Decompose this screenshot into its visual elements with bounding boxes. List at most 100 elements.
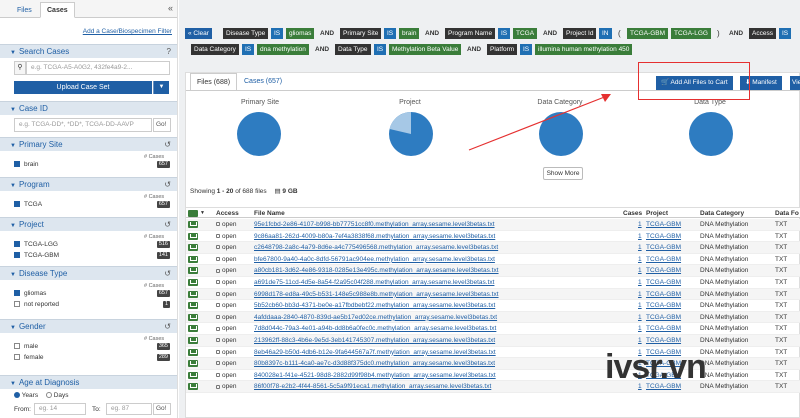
tab-cases[interactable]: Cases	[40, 2, 75, 18]
add-to-cart-icon[interactable]	[188, 348, 198, 356]
age-from-input[interactable]: eg. 14	[34, 403, 86, 415]
facet-header[interactable]: ▼ Disease Type ↺	[0, 266, 177, 281]
radio-days[interactable]	[45, 392, 52, 399]
query-field[interactable]: Project Id	[563, 28, 597, 39]
cases-link[interactable]: 1	[638, 312, 642, 323]
project-link[interactable]: TCGA-GBM	[646, 323, 681, 334]
checkbox[interactable]	[14, 241, 20, 248]
reset-icon[interactable]: ↺	[164, 178, 171, 192]
reset-icon[interactable]: ↺	[164, 267, 171, 281]
tab-cases-results[interactable]: Cases (657)	[238, 73, 288, 91]
project-link[interactable]: TCGA-GBM	[646, 312, 681, 323]
cart-dropdown-icon[interactable]: ▼	[200, 208, 205, 219]
col-data-format[interactable]: Data Fo	[775, 208, 799, 219]
help-icon[interactable]: ?	[167, 45, 171, 59]
pie-data-type[interactable]	[686, 109, 736, 159]
search-cases-header[interactable]: ▼ Search Cases ?	[0, 44, 177, 59]
reset-icon[interactable]: ↺	[164, 320, 171, 334]
cases-link[interactable]: 1	[638, 277, 642, 288]
file-name-link[interactable]: 95e1fcbd-2e86-4107-b998-bb77751cc8f0.met…	[254, 219, 495, 230]
query-value[interactable]: TCGA-LGG	[671, 28, 711, 39]
tab-files[interactable]: Files	[10, 2, 39, 18]
add-to-cart-icon[interactable]	[188, 232, 198, 240]
add-to-cart-icon[interactable]	[188, 360, 198, 368]
cases-link[interactable]: 1	[638, 335, 642, 346]
age-go-button[interactable]: Go!	[153, 403, 171, 415]
project-link[interactable]: TCGA-GBM	[646, 300, 681, 311]
query-field[interactable]: Disease Type	[223, 28, 269, 39]
upload-case-set-button[interactable]: Upload Case Set	[14, 81, 152, 94]
add-to-cart-icon[interactable]	[188, 383, 198, 391]
add-filter-link[interactable]: Add a Case/Biospecimen Filter	[83, 28, 172, 35]
add-to-cart-icon[interactable]	[188, 313, 198, 321]
cases-link[interactable]: 1	[638, 219, 642, 230]
show-more-button[interactable]: Show More	[543, 167, 583, 180]
add-to-cart-icon[interactable]	[188, 267, 198, 275]
radio-years[interactable]	[14, 392, 20, 399]
query-value[interactable]: dna methylation	[257, 44, 309, 55]
case-id-header[interactable]: ▼ Case ID	[0, 101, 177, 115]
file-name-link[interactable]: 6998d178-ed8a-49c5-b531-148e5c988e8b.met…	[254, 289, 499, 300]
query-value[interactable]: TCGA-GBM	[627, 28, 669, 39]
query-operator[interactable]: IS	[374, 44, 387, 55]
query-field[interactable]: Data Type	[335, 44, 371, 55]
query-operator[interactable]: IS	[242, 44, 255, 55]
col-project[interactable]: Project	[646, 208, 668, 219]
clear-query-button[interactable]: « Clear	[185, 28, 212, 39]
query-field[interactable]: Access	[749, 28, 776, 39]
facet-option[interactable]: TCGA-GBM 141	[14, 250, 170, 261]
file-name-link[interactable]: 8eb46a29-b50d-4db6-b12e-9fa644567a7f.met…	[254, 347, 496, 358]
facet-option[interactable]: brain 657	[14, 159, 170, 170]
reset-icon[interactable]: ↺	[164, 138, 171, 152]
cart-header-icon[interactable]	[188, 210, 198, 217]
facet-header[interactable]: ▼ Primary Site ↺	[0, 137, 177, 152]
col-data-category[interactable]: Data Category	[700, 208, 744, 219]
query-value[interactable]: gliomas	[286, 28, 315, 39]
facet-option[interactable]: TCGA 657	[14, 199, 170, 210]
add-to-cart-icon[interactable]	[188, 325, 198, 333]
facet-option[interactable]: not reported 1	[14, 299, 170, 310]
project-link[interactable]: TCGA-GBM	[646, 335, 681, 346]
file-name-link[interactable]: 9c86aa81-262d-4009-b80a-7ef4a3838f68.met…	[254, 231, 495, 242]
facet-option[interactable]: female 289	[14, 352, 170, 363]
add-to-cart-icon[interactable]	[188, 279, 198, 286]
tab-files-results[interactable]: Files (688)	[190, 73, 238, 91]
facet-header[interactable]: ▼ Gender ↺	[0, 319, 177, 334]
col-access[interactable]: Access	[216, 208, 239, 219]
project-link[interactable]: TCGA-GBM	[646, 277, 681, 288]
file-name-link[interactable]: 840028e1-f41e-4521-98d8-2882d99f98b4.met…	[254, 370, 496, 381]
project-link[interactable]: TCGA-GBM	[646, 242, 681, 253]
checkbox[interactable]	[14, 301, 20, 308]
cases-link[interactable]: 1	[638, 231, 642, 242]
checkbox[interactable]	[14, 252, 20, 259]
query-value[interactable]: brain	[399, 28, 420, 39]
add-to-cart-icon[interactable]	[188, 337, 198, 344]
add-to-cart-icon[interactable]	[188, 221, 198, 228]
file-name-link[interactable]: c2648798-2a8c-4a79-8d6e-a4c775496568.met…	[254, 242, 498, 253]
project-link[interactable]: TCGA-GBM	[646, 219, 681, 230]
query-operator[interactable]: IS	[779, 28, 792, 39]
query-value[interactable]: illumina human methylation 450	[535, 44, 633, 55]
checkbox[interactable]	[14, 354, 20, 361]
reset-icon[interactable]: ↺	[164, 218, 171, 232]
query-field[interactable]: Program Name	[445, 28, 496, 39]
case-id-go-button[interactable]: Go!	[153, 118, 171, 132]
cases-link[interactable]: 1	[638, 323, 642, 334]
pie-project[interactable]	[386, 109, 436, 159]
query-operator[interactable]: IS	[520, 44, 533, 55]
facet-header[interactable]: ▼ Project ↺	[0, 217, 177, 232]
file-name-link[interactable]: bfe67800-9a40-4a0c-8dfd-56791ac904ee.met…	[254, 254, 495, 265]
cases-link[interactable]: 1	[638, 289, 642, 300]
file-name-link[interactable]: 7d8d044c-79a3-4e01-a94b-dd8b6a0fec0c.met…	[254, 323, 496, 334]
cases-link[interactable]: 1	[638, 242, 642, 253]
checkbox[interactable]	[14, 201, 20, 208]
col-cases[interactable]: Cases	[623, 208, 642, 219]
query-operator[interactable]: IS	[271, 28, 284, 39]
file-name-link[interactable]: 80b8397c-b111-4ca0-ae7c-d3d88f375dc0.met…	[254, 358, 495, 369]
file-name-link[interactable]: 86f00f78-e2b2-4f44-8561-5c5a9f91eca1.met…	[254, 381, 491, 392]
add-to-cart-icon[interactable]	[188, 371, 198, 379]
project-link[interactable]: TCGA-GBM	[646, 289, 681, 300]
file-name-link[interactable]: 213962ff-88c3-4b6e-9e5d-3eb141745307.met…	[254, 335, 495, 346]
cases-link[interactable]: 1	[638, 265, 642, 276]
add-to-cart-icon[interactable]	[188, 255, 198, 263]
